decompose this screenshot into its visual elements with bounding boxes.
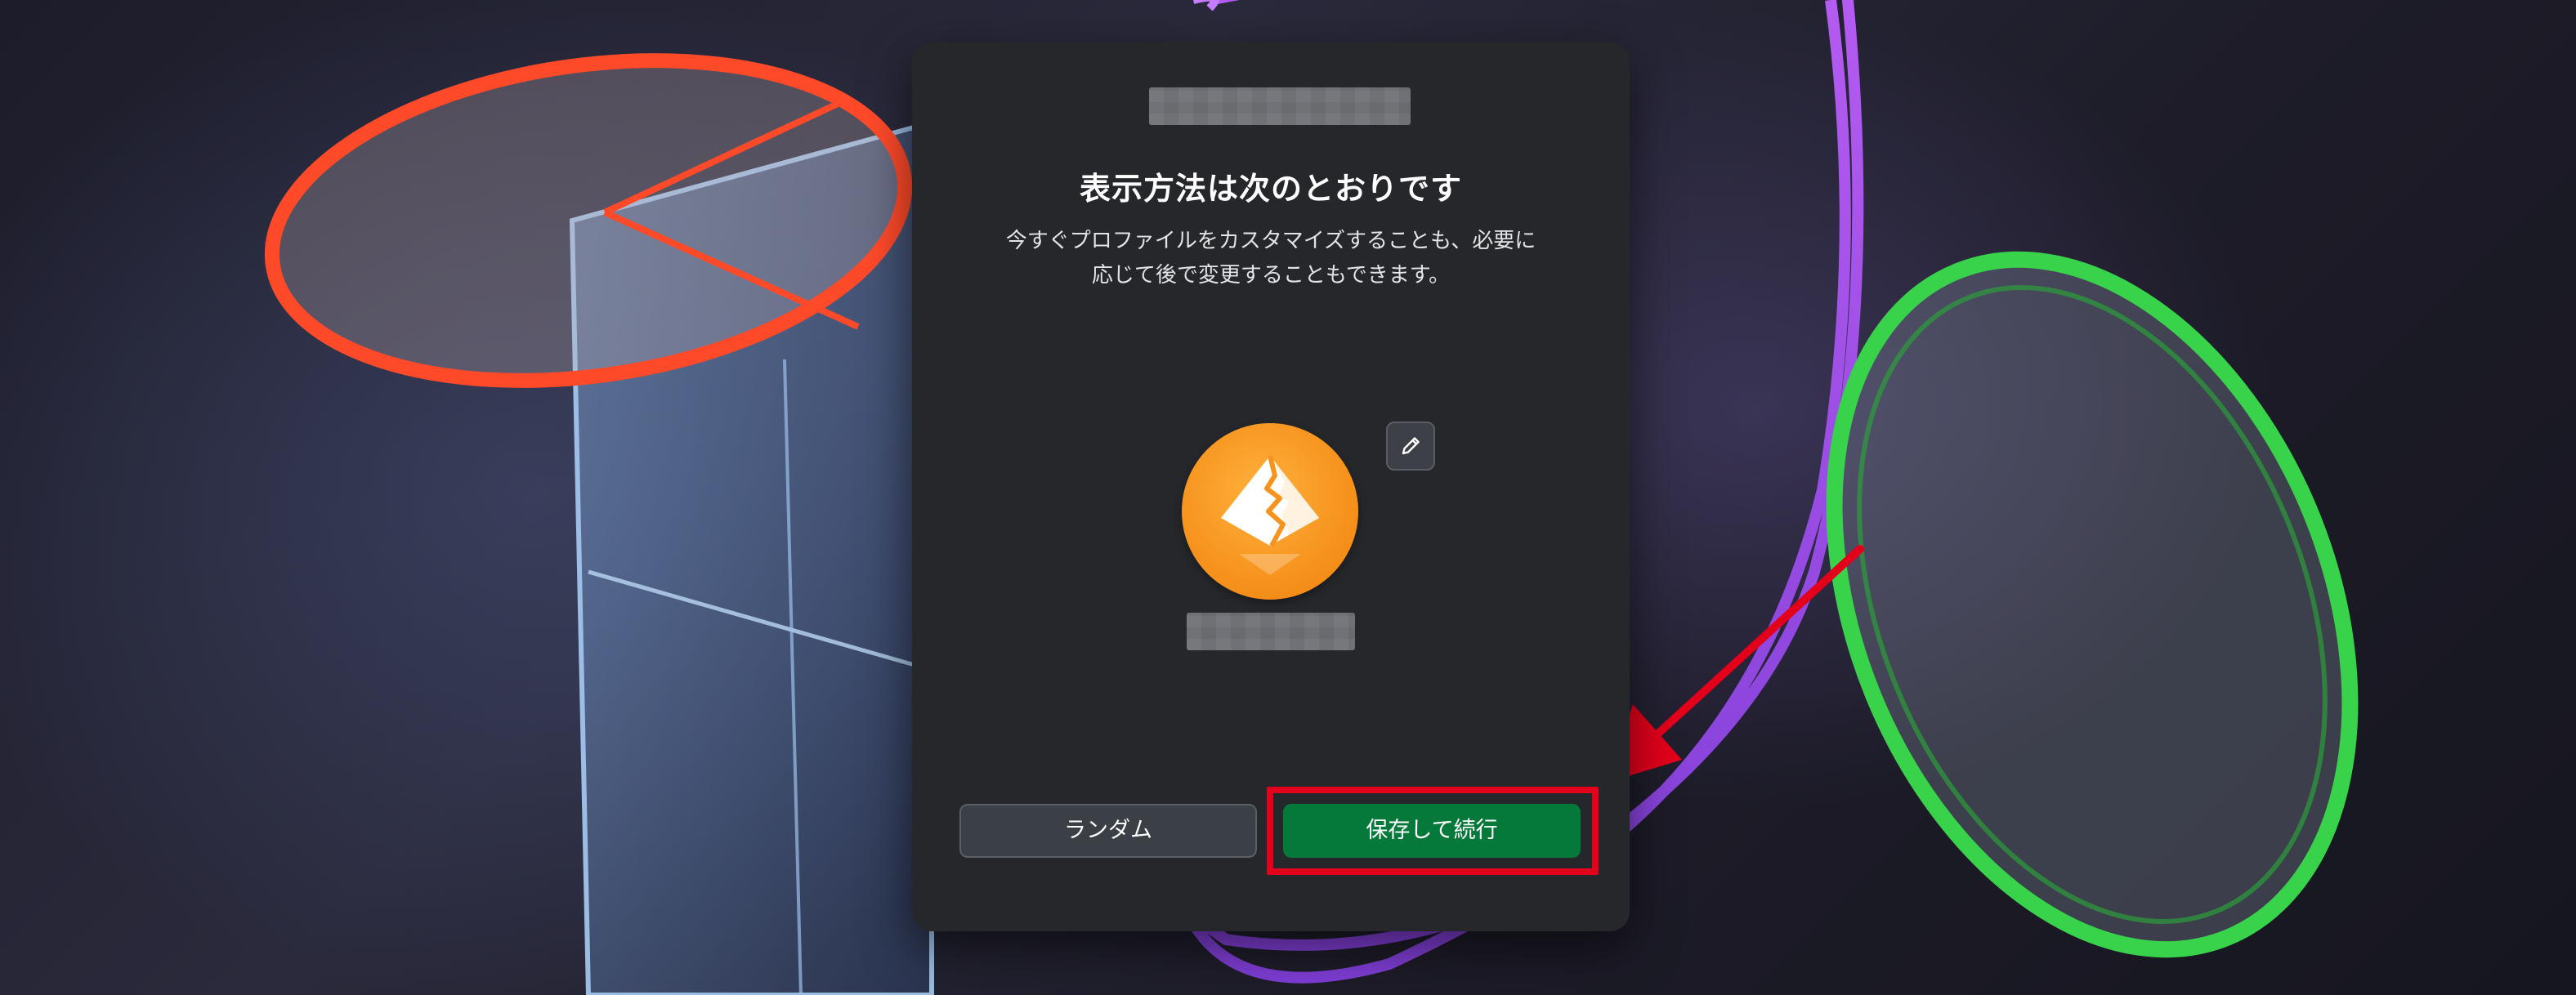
dialog-subtitle: 今すぐプロファイルをカスタマイズすることも、必要に 応じて後で変更することもでき… xyxy=(969,224,1572,292)
pencil-icon xyxy=(1402,437,1420,455)
random-button[interactable]: ランダム xyxy=(959,804,1257,858)
redacted-text-top xyxy=(1149,87,1411,125)
redacted-profile-name xyxy=(1187,613,1355,650)
edit-avatar-button[interactable] xyxy=(1386,422,1435,471)
annotation-highlight-box xyxy=(1267,787,1599,875)
subtitle-line-1: 今すぐプロファイルをカスタマイズすることも、必要に xyxy=(1005,229,1536,253)
mountain-logo-icon xyxy=(1221,455,1319,575)
dialog-title: 表示方法は次のとおりです xyxy=(1079,171,1462,207)
profile-avatar xyxy=(1182,423,1358,600)
subtitle-line-2: 応じて後で変更することもできます。 xyxy=(1091,263,1451,288)
